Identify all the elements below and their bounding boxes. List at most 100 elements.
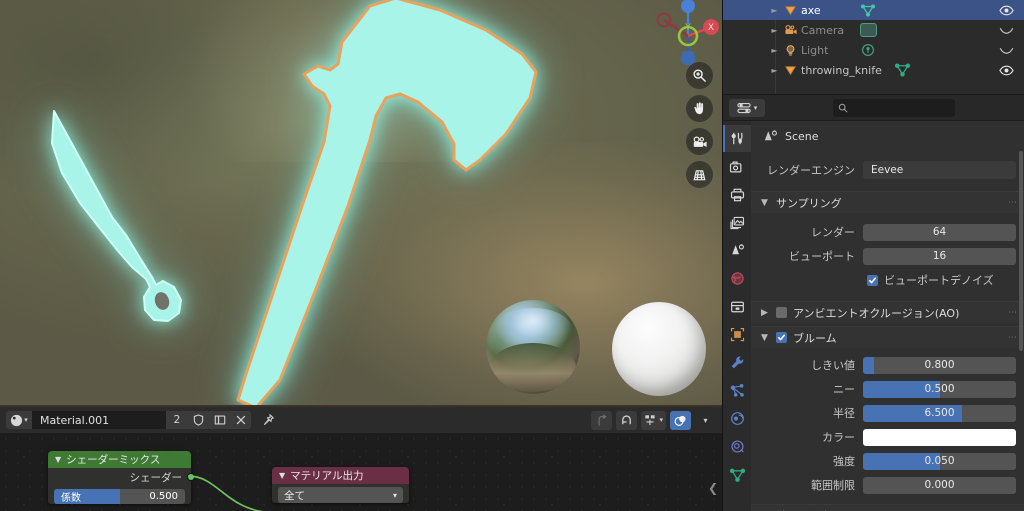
tab-constraints[interactable] [723,433,751,460]
diffuse-preview-sphere [612,302,706,396]
ao-checkbox[interactable] [776,307,787,318]
tab-physics[interactable] [723,405,751,432]
magnet-icon[interactable] [616,410,638,430]
mix-shader-node-header[interactable]: ▼ シェーダーミックス [48,451,191,468]
bloom-clamp-slider[interactable]: 0.000 [863,476,1016,494]
tab-object[interactable] [723,321,751,348]
tab-collection[interactable] [723,293,751,320]
mesh-data-icon[interactable] [893,62,911,78]
material-name-field[interactable]: Material.001 [32,411,166,429]
expand-arrow-icon[interactable]: ► [769,46,780,55]
expand-arrow-icon[interactable]: ► [769,26,780,35]
throwing-knife-object[interactable] [34,95,224,335]
properties-content: Scene レンダーエンジン Eevee ▼ サンプリング ⋯ レンダー 64 … [751,121,1024,511]
camera-object-icon [783,23,798,38]
light-object-icon [783,43,798,58]
mesh-data-icon[interactable] [859,2,877,18]
svg-text:Y: Y [684,23,691,33]
camera-view-button[interactable] [686,128,713,155]
sidebar-collapse-arrow-icon[interactable]: ❮ [708,481,718,495]
snap-grid-icon[interactable]: ▾ [641,410,666,430]
toggle-ortho-button[interactable] [686,161,713,188]
mix-shader-node[interactable]: ▼ シェーダーミックス シェーダー 係数 0.500 [48,451,195,504]
light-data-icon[interactable] [859,42,877,58]
shader-editor[interactable]: ▾ Material.001 2 ▾ ▾ ▼ シェーダーミックス シェーダー 係… [0,405,722,511]
render-engine-dropdown[interactable]: Eevee [863,161,1016,179]
x-icon[interactable] [230,411,251,429]
3d-viewport[interactable]: Y X [0,0,722,405]
bloom-knee-row: ニー 0.500 [751,378,1024,400]
camera-data-icon[interactable] [859,22,877,38]
navigation-gizmo[interactable]: Y X [655,0,721,68]
breadcrumb: Scene [751,121,1024,151]
material-browse-icon[interactable]: ▾ [6,411,32,429]
outliner-editor[interactable]: ► axe ► Camera ► Light ► throwing_knife [722,0,1024,94]
shield-icon[interactable] [188,411,209,429]
outliner-row-light[interactable]: ► Light [723,40,1024,60]
outliner-label: Light [801,43,829,57]
bloom-clamp-value: 0.000 [924,479,955,491]
search-input[interactable] [833,98,955,117]
properties-editor-icon[interactable]: ▾ [729,98,765,117]
material-users-count[interactable]: 2 [166,411,188,429]
material-output-target-dropdown[interactable]: 全て ▾ [278,487,403,503]
bloom-clamp-label: 範囲制限 [811,479,855,492]
dof-panel-title: 被写界深度 [776,508,831,511]
sampling-panel-title: サンプリング [776,196,842,210]
go-to-parent-button[interactable] [591,410,613,430]
zoom-button[interactable] [686,62,713,89]
eye-open-icon[interactable] [998,2,1014,18]
mix-shader-node-title: シェーダーミックス [66,454,161,466]
tab-modifiers[interactable] [723,349,751,376]
ao-panel-header[interactable]: ▶ アンビエントオクルージョン(AO) ⋯ [751,301,1024,323]
pan-button[interactable] [686,95,713,122]
overlays-toggle-button[interactable] [670,410,691,430]
mix-shader-factor-value: 0.500 [149,491,178,502]
tab-tool[interactable] [723,125,751,152]
eye-closed-icon[interactable] [998,42,1014,58]
bloom-radius-slider[interactable]: 6.500 [863,404,1016,422]
sampling-render-field[interactable]: 64 [863,223,1016,241]
copy-icon[interactable] [209,411,230,429]
properties-tab-column[interactable] [723,121,751,511]
sampling-panel-header[interactable]: ▼ サンプリング ⋯ [751,191,1024,213]
mix-shader-factor-slider[interactable]: 係数 0.500 [54,489,185,504]
overlays-dropdown[interactable]: ▾ [695,411,716,430]
mix-shader-output-row: シェーダー [48,468,195,487]
eye-open-icon[interactable] [998,62,1014,78]
bloom-panel-header[interactable]: ▼ ブルーム ⋯ [751,326,1024,348]
tab-particles[interactable] [723,377,751,404]
sampling-render-row: レンダー 64 [751,221,1024,243]
pin-icon[interactable] [259,411,277,429]
sampling-viewport-field[interactable]: 16 [863,247,1016,265]
blender-window: Y X ► axe ► Camera ► Light ► throwing_kn… [0,0,1024,511]
outliner-row-axe[interactable]: ► axe [723,0,1024,20]
bloom-threshold-slider[interactable]: 0.800 [863,356,1016,374]
properties-scrollbar[interactable] [1019,151,1023,351]
tab-world[interactable] [723,265,751,292]
expand-arrow-icon[interactable]: ► [769,6,780,15]
viewport-denoise-row[interactable]: ビューポートデノイズ [751,270,1024,290]
render-engine-row: レンダーエンジン Eevee [751,159,1024,181]
outliner-row-camera[interactable]: ► Camera [723,20,1024,40]
viewport-denoise-checkbox[interactable] [867,274,878,286]
eye-closed-icon[interactable] [998,22,1014,38]
bloom-checkbox[interactable] [776,332,787,343]
material-output-node[interactable]: ▼ マテリアル出力 全て ▾ [272,467,409,503]
mix-shader-output-label: シェーダー [129,472,183,484]
properties-editor[interactable]: ▾ Scene レンダーエンジン Eevee ▼ サンプリング ⋯ レンダー 6… [722,94,1024,511]
tab-view-layer[interactable] [723,209,751,236]
bloom-intensity-slider[interactable]: 0.050 [863,452,1016,470]
bloom-color-row: カラー [751,426,1024,448]
expand-arrow-icon[interactable]: ► [769,66,780,75]
node-canvas[interactable]: ▼ シェーダーミックス シェーダー 係数 0.500 ▼ マテリアル出力 全て … [0,433,722,511]
bloom-color-swatch[interactable] [863,428,1016,446]
outliner-row-throwing-knife[interactable]: ► throwing_knife [723,60,1024,80]
tab-render[interactable] [723,153,751,180]
tab-object-data[interactable] [723,461,751,488]
material-output-node-header[interactable]: ▼ マテリアル出力 [272,467,409,484]
bloom-knee-slider[interactable]: 0.500 [863,380,1016,398]
tab-output[interactable] [723,181,751,208]
tab-scene[interactable] [723,237,751,264]
dof-panel-header[interactable]: ▶ 被写界深度 [751,504,1024,511]
